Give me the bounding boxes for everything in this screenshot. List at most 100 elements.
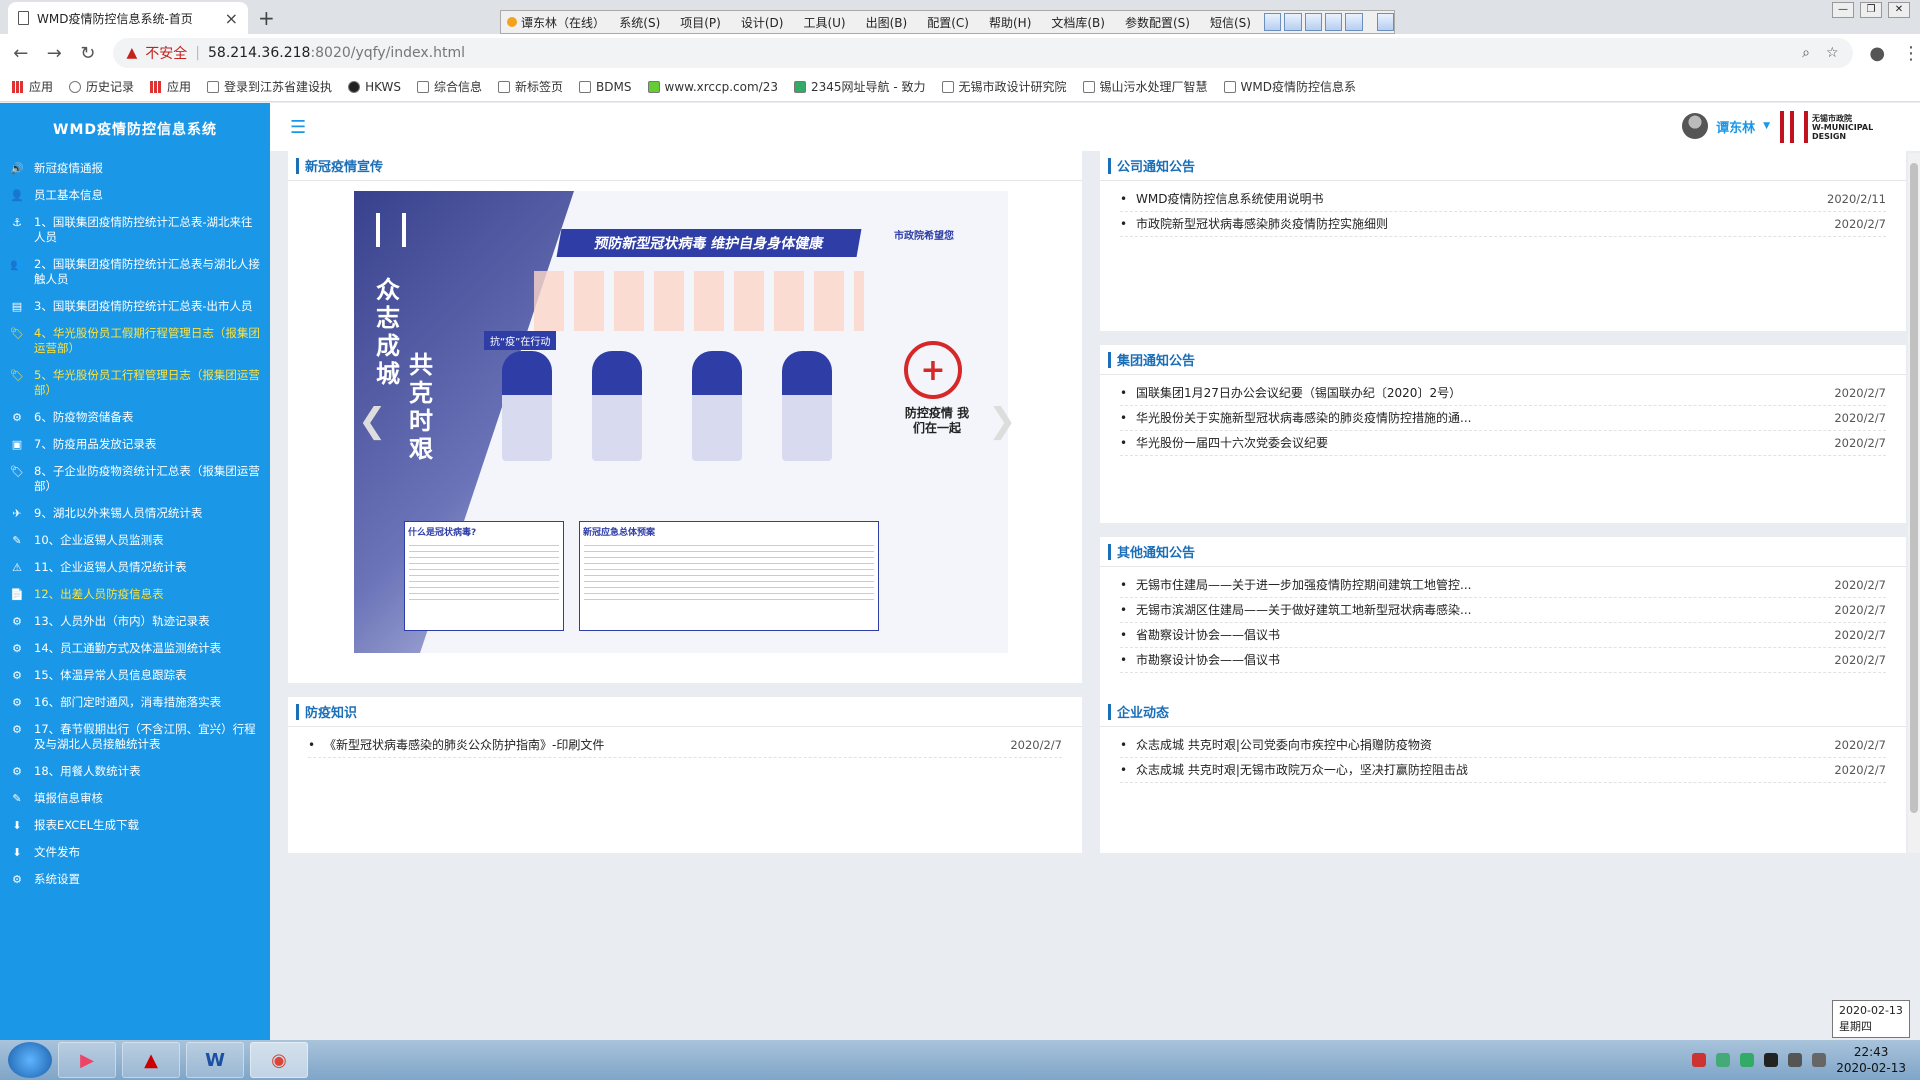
list-item[interactable]: • 无锡市滨湖区住建局——关于做好建筑工地新型冠状病毒感染... 2020/2/7 bbox=[1120, 598, 1886, 623]
sidebar-item[interactable]: 👤 员工基本信息 bbox=[0, 182, 270, 209]
list-item[interactable]: • 无锡市住建局——关于进一步加强疫情防控期间建筑工地管控... 2020/2/7 bbox=[1120, 573, 1886, 598]
home-toolbar-icon[interactable] bbox=[1263, 13, 1282, 31]
list-item[interactable]: • 华光股份一届四十六次党委会议纪要 2020/2/7 bbox=[1120, 431, 1886, 456]
list-item-title[interactable]: 无锡市住建局——关于进一步加强疫情防控期间建筑工地管控... bbox=[1136, 573, 1816, 597]
promo-carousel-image[interactable]: 众志成城 共克时艰 预防新型冠状病毒 维护自身身体健康 市政院希望您 抗“疫”在… bbox=[354, 191, 1008, 653]
bookmark-item[interactable]: 历史记录 bbox=[69, 78, 134, 95]
sidebar-item[interactable]: ⬇ 报表EXCEL生成下载 bbox=[0, 812, 270, 839]
bookmark-star-icon[interactable]: ☆ bbox=[1826, 45, 1839, 61]
list-item-title[interactable]: 市政院新型冠状病毒感染肺炎疫情防控实施细则 bbox=[1136, 212, 1816, 236]
sidebar-item[interactable]: ⚙ 18、用餐人数统计表 bbox=[0, 758, 270, 785]
sidebar-item[interactable]: ⚙ 14、员工通勤方式及体温监测统计表 bbox=[0, 635, 270, 662]
menu-toggle-icon[interactable]: ☰ bbox=[290, 117, 306, 138]
menu-design[interactable]: 设计(D) bbox=[731, 14, 794, 31]
sidebar-item[interactable]: ⚠ 11、企业返锡人员情况统计表 bbox=[0, 554, 270, 581]
list-item-title[interactable]: 众志成城 共克时艰|公司党委向市疾控中心捐赠防疫物资 bbox=[1136, 733, 1816, 757]
sidebar-item[interactable]: ▤ 3、国联集团疫情防控统计汇总表-出市人员 bbox=[0, 293, 270, 320]
user-toolbar-icon[interactable] bbox=[1304, 13, 1322, 31]
volume-icon[interactable] bbox=[1812, 1053, 1827, 1067]
start-button[interactable] bbox=[8, 1042, 52, 1078]
profile-icon[interactable]: ● bbox=[1869, 43, 1887, 64]
reload-icon[interactable]: ↻ bbox=[79, 43, 97, 64]
minimize-icon[interactable]: — bbox=[1832, 2, 1854, 18]
sidebar-item[interactable]: 👥 2、国联集团疫情防控统计汇总表与湖北人接触人员 bbox=[0, 251, 270, 293]
settings-toolbar-icon[interactable] bbox=[1345, 13, 1363, 31]
autocad-icon[interactable]: ▲ bbox=[122, 1042, 180, 1078]
bookmark-item[interactable]: 2345网址导航 - 致力 bbox=[794, 78, 926, 95]
list-item[interactable]: • 华光股份关于实施新型冠状病毒感染的肺炎疫情防控措施的通... 2020/2/7 bbox=[1120, 406, 1886, 431]
sidebar-item[interactable]: 📄 12、出差人员防疫信息表 bbox=[0, 581, 270, 608]
url-input[interactable]: ▲ 不安全 | 58.214.36.218:8020/yqfy/index.ht… bbox=[112, 38, 1853, 68]
sidebar-item[interactable]: 🏷 8、子企业防疫物资统计汇总表（报集团运营部） bbox=[0, 458, 270, 500]
list-item[interactable]: • 众志成城 共克时艰|公司党委向市疾控中心捐赠防疫物资 2020/2/7 bbox=[1120, 733, 1886, 758]
close-tab-icon[interactable]: × bbox=[225, 9, 238, 28]
sidebar-item[interactable]: ✎ 10、企业返锡人员监测表 bbox=[0, 527, 270, 554]
sidebar-item[interactable]: 🏷 4、华光股份员工假期行程管理日志（报集团运营部） bbox=[0, 320, 270, 362]
monitor-toolbar-icon[interactable] bbox=[1324, 13, 1343, 31]
menu-plot[interactable]: 出图(B) bbox=[856, 14, 918, 31]
sidebar-item[interactable]: ⚙ 17、春节假期出行（不含江阴、宜兴）行程及与湖北人员接触统计表 bbox=[0, 716, 270, 758]
scrollbar-thumb[interactable] bbox=[1910, 163, 1918, 813]
bookmark-item[interactable]: 应用 bbox=[12, 78, 53, 95]
list-item-title[interactable]: 众志成城 共克时艰|无锡市政院万众一心，坚决打赢防控阻击战 bbox=[1136, 758, 1816, 782]
list-item[interactable]: • 国联集团1月27日办公会议纪要（锡国联办纪〔2020〕2号） 2020/2/7 bbox=[1120, 381, 1886, 406]
sidebar-item[interactable]: ✎ 填报信息审核 bbox=[0, 785, 270, 812]
list-item-title[interactable]: 省勘察设计协会——倡议书 bbox=[1136, 623, 1816, 647]
browser-tab[interactable]: WMD疫情防控信息系统-首页 × bbox=[8, 2, 248, 34]
bookmark-item[interactable]: 锡山污水处理厂智慧 bbox=[1082, 78, 1208, 95]
forward-icon[interactable]: → bbox=[46, 43, 64, 64]
bookmark-item[interactable]: 无锡市政设计研究院 bbox=[941, 78, 1067, 95]
menu-sms[interactable]: 短信(S) bbox=[1200, 14, 1261, 31]
list-item[interactable]: • 众志成城 共克时艰|无锡市政院万众一心，坚决打赢防控阻击战 2020/2/7 bbox=[1120, 758, 1886, 783]
maximize-icon[interactable]: ❐ bbox=[1860, 2, 1882, 18]
sidebar-item[interactable]: ✈ 9、湖北以外来锡人员情况统计表 bbox=[0, 500, 270, 527]
menu-doclib[interactable]: 文档库(B) bbox=[1041, 14, 1115, 31]
sidebar-item[interactable]: ▣ 7、防疫用品发放记录表 bbox=[0, 431, 270, 458]
security-icon[interactable] bbox=[1740, 1053, 1755, 1067]
media-player-icon[interactable]: ▶ bbox=[58, 1042, 116, 1078]
bookmark-item[interactable]: 登录到江苏省建设执 bbox=[207, 78, 332, 95]
chrome-icon[interactable]: ◉ bbox=[250, 1042, 308, 1078]
more-menu-icon[interactable]: ⋮ bbox=[1902, 43, 1920, 64]
menu-config[interactable]: 配置(C) bbox=[917, 14, 979, 31]
bookmark-item[interactable]: WMD疫情防控信息系 bbox=[1223, 78, 1356, 95]
page-scrollbar[interactable] bbox=[1908, 153, 1920, 853]
cloud-icon[interactable] bbox=[1716, 1053, 1731, 1067]
layout-toolbar-icon[interactable] bbox=[1376, 13, 1395, 31]
close-window-icon[interactable]: ✕ bbox=[1888, 2, 1910, 18]
word-icon[interactable]: W bbox=[186, 1042, 244, 1078]
list-item-title[interactable]: 市勘察设计协会——倡议书 bbox=[1136, 648, 1816, 672]
menu-help[interactable]: 帮助(H) bbox=[979, 14, 1041, 31]
list-item[interactable]: • 市政院新型冠状病毒感染肺炎疫情防控实施细则 2020/2/7 bbox=[1120, 212, 1886, 237]
sidebar-item[interactable]: 🏷 5、华光股份员工行程管理日志（报集团运营部） bbox=[0, 362, 270, 404]
list-item-title[interactable]: 华光股份一届四十六次党委会议纪要 bbox=[1136, 431, 1816, 455]
bookmark-item[interactable]: BDMS bbox=[579, 80, 632, 94]
list-item-title[interactable]: 无锡市滨湖区住建局——关于做好建筑工地新型冠状病毒感染... bbox=[1136, 598, 1816, 622]
menu-tools[interactable]: 工具(U) bbox=[793, 14, 855, 31]
menu-params[interactable]: 参数配置(S) bbox=[1115, 14, 1200, 31]
menu-project[interactable]: 项目(P) bbox=[670, 14, 731, 31]
list-item-title[interactable]: 华光股份关于实施新型冠状病毒感染的肺炎疫情防控措施的通... bbox=[1136, 406, 1816, 430]
chat-icon[interactable] bbox=[1764, 1053, 1779, 1067]
bookmark-item[interactable]: 应用 bbox=[150, 78, 191, 95]
list-item[interactable]: • 市勘察设计协会——倡议书 2020/2/7 bbox=[1120, 648, 1886, 673]
list-item[interactable]: • WMD疫情防控信息系统使用说明书 2020/2/11 bbox=[1120, 187, 1886, 212]
list-item-title[interactable]: 《新型冠状病毒感染的肺炎公众防护指南》-印刷文件 bbox=[324, 733, 992, 757]
sidebar-item[interactable]: 🔊 新冠疫情通报 bbox=[0, 155, 270, 182]
network-icon[interactable] bbox=[1788, 1053, 1803, 1067]
bookmark-item[interactable]: 新标签页 bbox=[498, 78, 563, 95]
taskbar-clock[interactable]: 22:43 2020-02-13 bbox=[1836, 1044, 1906, 1076]
sidebar-item[interactable]: ⚙ 13、人员外出（市内）轨迹记录表 bbox=[0, 608, 270, 635]
bookmark-item[interactable]: www.xrccp.com/23 bbox=[647, 80, 778, 94]
list-item[interactable]: • 《新型冠状病毒感染的肺炎公众防护指南》-印刷文件 2020/2/7 bbox=[308, 733, 1062, 758]
list-item-title[interactable]: WMD疫情防控信息系统使用说明书 bbox=[1136, 187, 1816, 211]
list-item[interactable]: • 省勘察设计协会——倡议书 2020/2/7 bbox=[1120, 623, 1886, 648]
window-toolbar-icon[interactable] bbox=[1284, 13, 1302, 31]
sidebar-item[interactable]: ⚙ 系统设置 bbox=[0, 866, 270, 893]
carousel-prev-icon[interactable]: ❮ bbox=[358, 401, 387, 441]
sidebar-item[interactable]: ⚙ 15、体温异常人员信息跟踪表 bbox=[0, 662, 270, 689]
carousel-next-icon[interactable]: ❯ bbox=[988, 401, 1017, 441]
sidebar-item[interactable]: ⚙ 6、防疫物资储备表 bbox=[0, 404, 270, 431]
user-menu[interactable]: 谭东林 ▼ bbox=[1682, 113, 1770, 139]
shield-icon[interactable] bbox=[1692, 1053, 1707, 1067]
